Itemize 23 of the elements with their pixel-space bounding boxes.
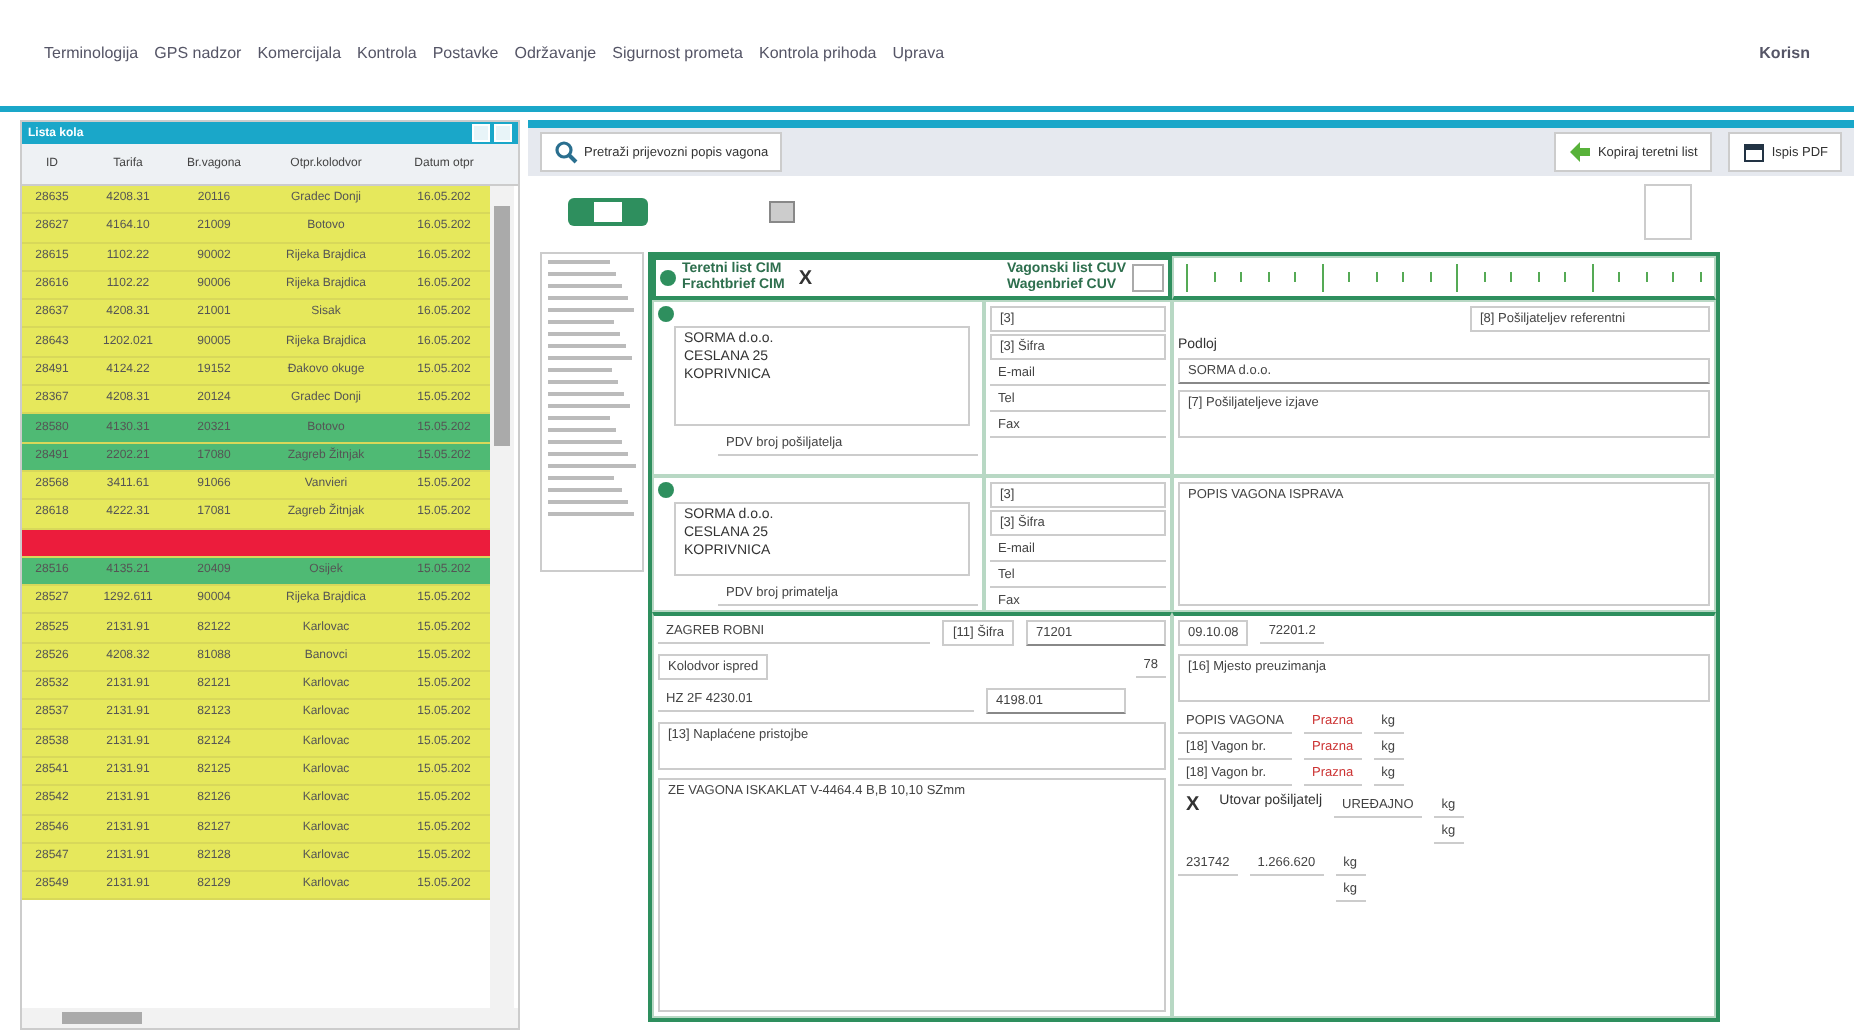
checkbox-mark[interactable]: X [790,267,821,289]
horizontal-scrollbar[interactable] [22,1008,518,1028]
vertical-scrollbar[interactable] [490,186,514,1008]
step-marker-icon [660,270,676,286]
arrow-icon [1567,140,1592,164]
step-marker-icon [658,306,674,322]
checkbox-mark[interactable]: X [1178,794,1208,816]
menu-item[interactable]: GPS nadzor [154,44,242,62]
menu-item[interactable]: Komercijala [257,44,342,62]
step-marker-icon [658,482,674,498]
note-field[interactable] [1644,184,1692,240]
menu-item[interactable]: Sigurnost prometa [612,44,744,62]
menu-item[interactable]: Kontrola prihoda [759,44,877,62]
menu-item[interactable]: Postavke [432,44,499,62]
menu-item[interactable]: Uprava [892,44,945,62]
checkbox[interactable] [1132,264,1164,292]
user-label[interactable]: Korisn [1759,44,1810,62]
menu-item[interactable]: Kontrola [357,44,417,62]
table-row[interactable] [22,529,490,558]
menu-item[interactable]: Održavanje [514,44,597,62]
toggle-icon[interactable] [568,196,648,228]
menu-item[interactable]: Terminologija [44,44,139,62]
search-icon [554,140,578,164]
